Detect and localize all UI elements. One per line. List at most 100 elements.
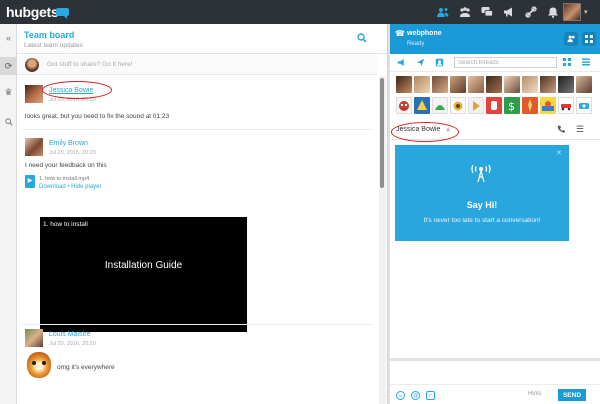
attachment-name: 1. how to install.mp4 xyxy=(39,176,90,182)
broadcast-icon xyxy=(471,164,491,183)
team-board: Team board Latest team updates Got stuff… xyxy=(17,24,387,404)
chat-status: Ready xyxy=(407,41,425,47)
avatar xyxy=(25,138,43,156)
thread-avatar[interactable] xyxy=(468,76,484,93)
post: Louis Maistre Jul 20, 2016, 20:20 omg it… xyxy=(17,326,377,398)
thread-avatar[interactable] xyxy=(522,97,538,114)
svg-text:$: $ xyxy=(508,100,515,113)
attach-icon[interactable]: @ xyxy=(411,391,420,400)
checkbox-icon[interactable]: ✓ xyxy=(426,391,435,400)
thread-avatar[interactable] xyxy=(432,76,448,93)
post-text: I need your feedback on this xyxy=(25,162,107,169)
thread-avatar[interactable] xyxy=(414,97,430,114)
phone-icon: ☎ xyxy=(395,29,405,38)
contacts-button[interactable] xyxy=(564,32,578,46)
post-text: looks great, but you need to fix the sou… xyxy=(25,113,170,120)
user-avatar[interactable] xyxy=(563,3,581,21)
say-hi-card: ✕ Say Hi! It's never too late to start a… xyxy=(395,145,569,241)
send-button[interactable]: SEND xyxy=(558,389,586,401)
share-placeholder[interactable]: Got stuff to share? Go it here! xyxy=(47,61,133,68)
thread-avatar[interactable] xyxy=(450,76,466,93)
chat-panel: ☎ webphone Ready Search threads $ Jessic… xyxy=(390,24,600,404)
post-time: Jul 20, 2016, 20:20 xyxy=(49,341,96,347)
annotation-circle xyxy=(42,81,112,99)
post-text: omg it's everywhere xyxy=(57,364,115,371)
chat-toolbar xyxy=(390,54,600,72)
compose-resize-handle[interactable] xyxy=(390,358,600,361)
video-player[interactable]: 1. how to install Installation Guide xyxy=(40,217,247,332)
say-hi-title: Say Hi! xyxy=(466,200,498,210)
scrollbar-thumb[interactable] xyxy=(380,78,384,188)
message-input[interactable] xyxy=(394,365,594,381)
megaphone-icon[interactable] xyxy=(503,6,515,18)
hide-player-link[interactable]: Hide player xyxy=(71,184,101,190)
chevron-down-icon[interactable]: ▾ xyxy=(584,8,588,16)
post-author[interactable]: Louis Maistre xyxy=(49,331,91,338)
compose-toolbar: ☺ @ ✓ Hints SEND xyxy=(390,384,600,404)
search-icon[interactable] xyxy=(0,113,17,131)
thread-avatar[interactable] xyxy=(414,76,430,93)
menu-icon[interactable]: ☰ xyxy=(576,124,584,135)
bell-icon[interactable] xyxy=(547,6,559,18)
thread-avatar[interactable] xyxy=(540,97,556,114)
apps-button[interactable] xyxy=(582,32,596,46)
send-icon[interactable] xyxy=(415,58,425,68)
thread-avatar[interactable] xyxy=(396,97,412,114)
search-icon[interactable] xyxy=(357,33,369,45)
post-time: Jul 20, 2016, 20:20 xyxy=(49,150,96,156)
say-hi-subtitle: It's never too late to start a conversat… xyxy=(423,217,541,224)
board-subtitle: Latest team updates xyxy=(24,42,83,49)
chat-header: ☎ webphone Ready xyxy=(390,24,600,54)
thread-avatar[interactable] xyxy=(576,97,592,114)
collapse-icon[interactable]: « xyxy=(0,29,17,47)
thread-avatar[interactable] xyxy=(486,76,502,93)
megaphone-icon[interactable] xyxy=(396,58,406,68)
thread-avatar[interactable] xyxy=(558,97,574,114)
download-link[interactable]: Download xyxy=(39,184,66,190)
attachment-links: Download • Hide player xyxy=(39,184,102,190)
thread-avatar[interactable] xyxy=(540,76,556,93)
avatar xyxy=(25,58,39,72)
hints-link[interactable]: Hints xyxy=(528,391,542,397)
chat-title: webphone xyxy=(407,30,442,37)
search-threads-input[interactable] xyxy=(454,57,557,68)
crown-icon[interactable]: ♛ xyxy=(0,83,17,101)
thread-avatars-row: $ xyxy=(396,97,596,117)
video-label: 1. how to install xyxy=(43,221,88,228)
chat-icon[interactable] xyxy=(481,6,493,18)
app-logo[interactable]: hubgets xyxy=(6,4,59,20)
thread-avatar[interactable] xyxy=(432,97,448,114)
thread-avatar[interactable] xyxy=(504,76,520,93)
video-title: Installation Guide xyxy=(104,260,183,271)
divider xyxy=(21,129,373,130)
users-icon[interactable] xyxy=(437,6,449,18)
avatar xyxy=(25,85,43,103)
left-rail: « ⟳ ♛ xyxy=(0,24,17,404)
list-view-icon[interactable] xyxy=(581,58,591,68)
thread-avatar[interactable] xyxy=(576,76,592,93)
phone-call-icon[interactable] xyxy=(557,125,565,135)
tiger-sticker-icon xyxy=(27,352,51,378)
grid-view-icon[interactable] xyxy=(562,58,572,68)
post-author[interactable]: Emily Brown xyxy=(49,140,88,147)
board-header: Team board Latest team updates xyxy=(17,24,387,54)
thread-avatars-row xyxy=(396,76,596,96)
file-icon[interactable]: ▶ xyxy=(25,175,35,188)
share-box[interactable]: Got stuff to share? Go it here! xyxy=(17,55,377,75)
thread-avatar[interactable] xyxy=(450,97,466,114)
thread-avatar[interactable] xyxy=(486,97,502,114)
team-icon[interactable] xyxy=(459,6,471,18)
contact-card-icon[interactable] xyxy=(434,58,444,68)
thread-avatar[interactable] xyxy=(558,76,574,93)
refresh-icon[interactable]: ⟳ xyxy=(0,57,17,75)
close-icon[interactable]: ✕ xyxy=(556,149,562,157)
board-title: Team board xyxy=(24,30,75,40)
divider xyxy=(21,324,373,325)
thread-avatar[interactable] xyxy=(468,97,484,114)
emoji-icon[interactable]: ☺ xyxy=(396,391,405,400)
thread-avatar[interactable] xyxy=(396,76,412,93)
avatar xyxy=(25,329,43,347)
thread-avatar[interactable]: $ xyxy=(504,97,520,114)
thread-avatar[interactable] xyxy=(522,76,538,93)
link-icon[interactable] xyxy=(525,6,537,18)
